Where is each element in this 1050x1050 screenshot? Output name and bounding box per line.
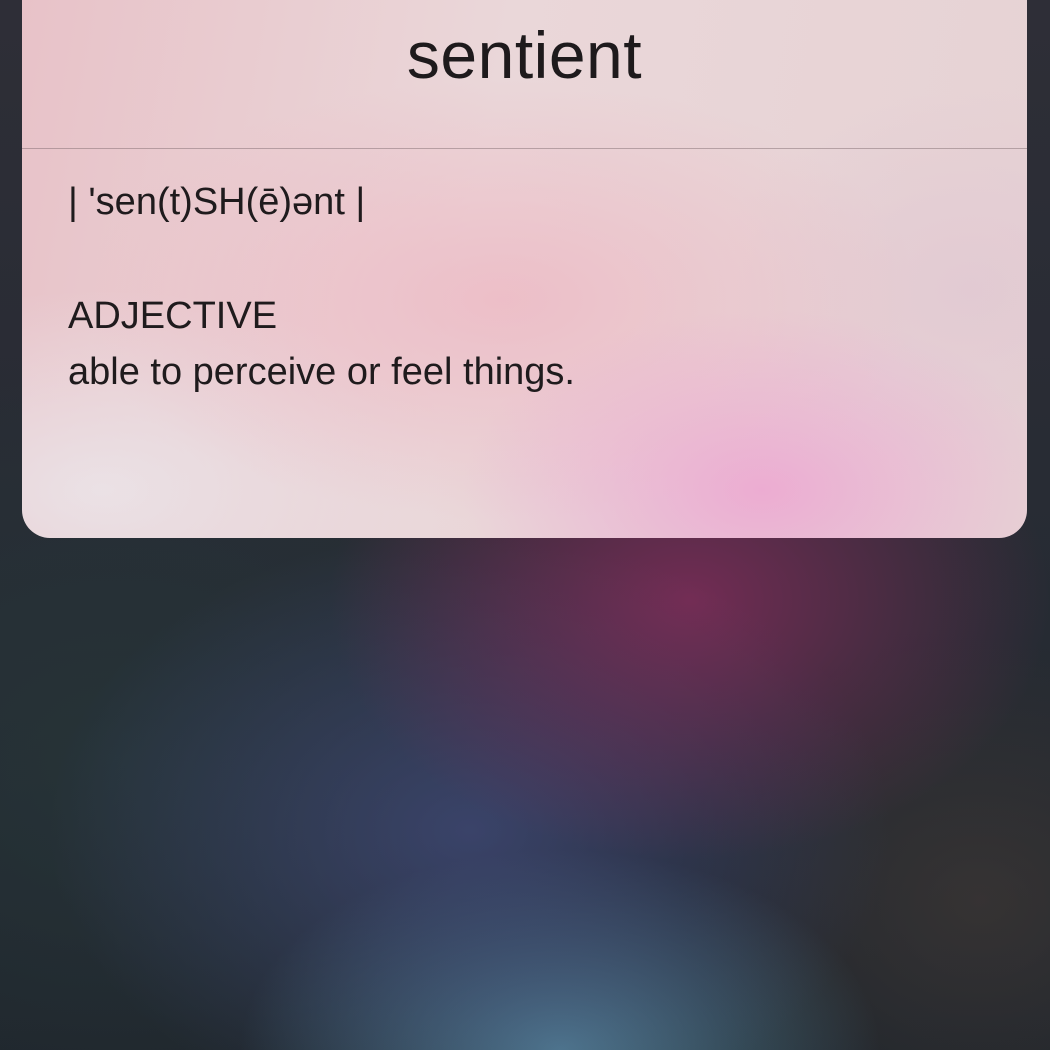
part-of-speech-label: ADJECTIVE [68, 295, 278, 337]
card-body: | 'sen(t)SH(ē)ənt | ADJECTIVE able to pe… [22, 179, 1027, 395]
dictionary-definition-card[interactable]: sentient | 'sen(t)SH(ē)ənt | ADJECTIVE a… [22, 0, 1027, 538]
card-header: sentient [22, 0, 1027, 149]
pronunciation-text: | 'sen(t)SH(ē)ənt | [68, 181, 366, 223]
word-title: sentient [406, 18, 643, 92]
definition-text: able to perceive or feel things. [68, 351, 575, 393]
